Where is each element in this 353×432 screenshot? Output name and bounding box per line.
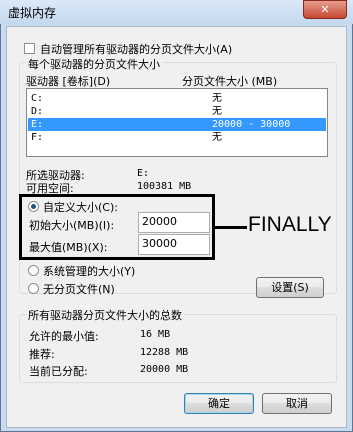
annotation-line [215, 226, 247, 229]
drive-listbox[interactable]: C: 无 D: 无 E: 20000 - 30000 F: 无 [26, 88, 328, 157]
window-title: 虚拟内存 [8, 6, 57, 20]
current-allocated-value: 20000 MB [140, 364, 189, 375]
drive-row-selected[interactable]: E: 20000 - 30000 [28, 118, 326, 131]
custom-size-label[interactable]: 自定义大小(C): [43, 199, 118, 215]
system-managed-label[interactable]: 系统管理的大小(Y) [43, 263, 135, 279]
ok-button[interactable]: 确定 [184, 393, 254, 414]
drive-row[interactable]: F: 无 [28, 131, 326, 144]
set-button[interactable]: 设置(S) [256, 277, 324, 298]
annotation-text: FINALLY [248, 213, 332, 236]
auto-manage-checkbox[interactable] [24, 43, 35, 54]
recommended-label: 推荐: [29, 348, 55, 361]
auto-manage-label[interactable]: 自动管理所有驱动器的分页文件大小(A) [40, 41, 232, 57]
drive-column-header: 驱动器 [卷标](D) [26, 75, 111, 88]
drive-row[interactable]: D: 无 [28, 105, 326, 118]
current-allocated-label: 当前已分配: [29, 365, 88, 378]
selected-drive-value: E: [137, 168, 150, 179]
per-drive-group-title: 每个驱动器的分页文件大小 [26, 56, 162, 72]
max-size-input[interactable]: 30000 [138, 234, 210, 255]
custom-size-radio[interactable] [28, 201, 39, 212]
no-paging-radio[interactable] [28, 283, 39, 294]
min-allowed-label: 允许的最小值: [29, 330, 99, 343]
close-button[interactable]: ✕ [303, 0, 347, 19]
max-size-label: 最大值(MB)(X): [29, 241, 108, 254]
total-group-title: 所有驱动器分页文件大小的总数 [26, 307, 184, 323]
system-managed-radio[interactable] [28, 265, 39, 276]
size-column-header: 分页文件大小 (MB) [182, 75, 278, 88]
drive-row[interactable]: C: 无 [28, 92, 326, 105]
min-allowed-value: 16 MB [140, 329, 171, 340]
available-space-value: 100381 MB [137, 181, 192, 192]
no-paging-label[interactable]: 无分页文件(N) [43, 281, 115, 297]
initial-size-input[interactable]: 20000 [138, 212, 210, 233]
cancel-button[interactable]: 取消 [262, 393, 332, 414]
initial-size-label: 初始大小(MB)(I): [29, 219, 115, 232]
recommended-value: 12288 MB [140, 347, 189, 358]
